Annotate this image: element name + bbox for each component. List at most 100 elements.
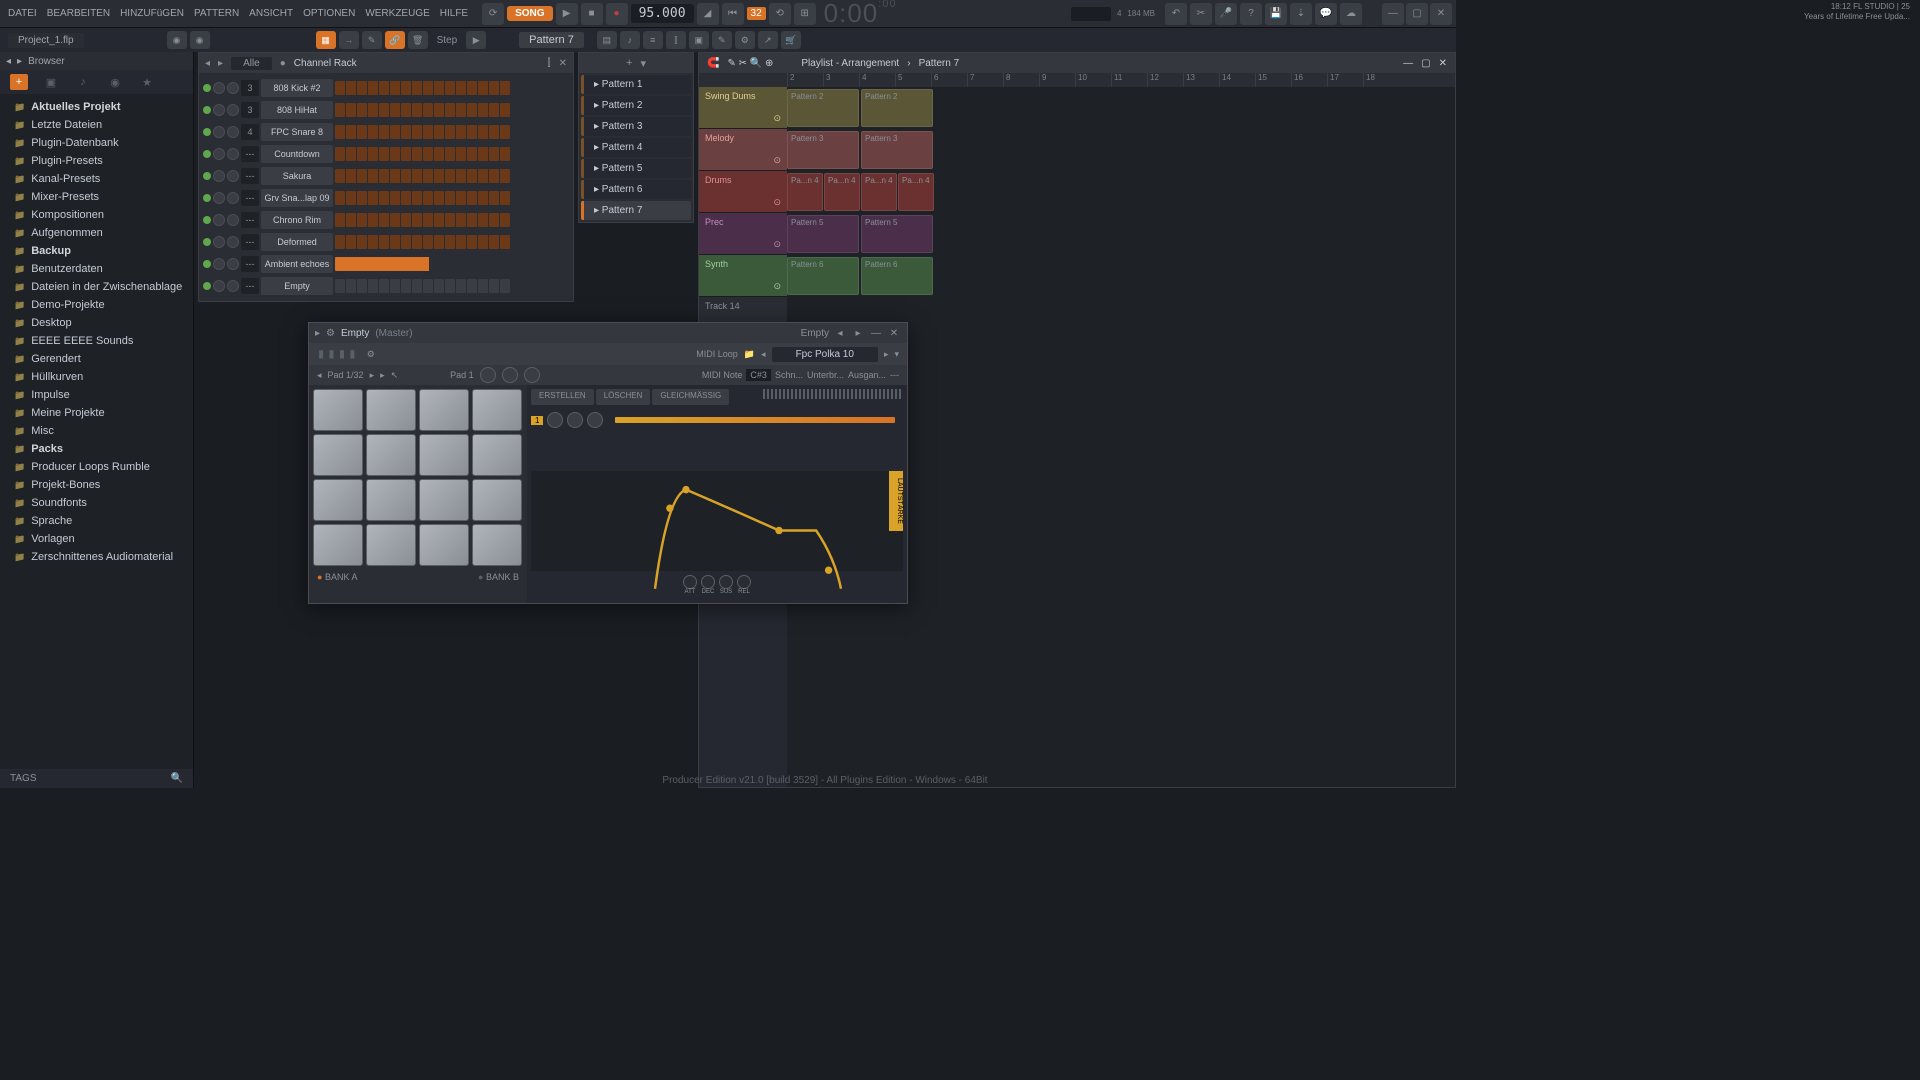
drum-pad[interactable] <box>419 479 469 521</box>
project-name[interactable]: Project_1.flp <box>8 33 84 48</box>
pattern-item[interactable]: ▸ Pattern 2 <box>581 96 691 115</box>
step[interactable] <box>412 125 422 139</box>
step[interactable] <box>434 191 444 205</box>
channel-mixer-num[interactable]: --- <box>241 256 259 272</box>
playlist-clip[interactable]: Pa...n 4 <box>824 173 860 211</box>
browser-item[interactable]: Kompositionen <box>0 206 193 224</box>
channel-pan[interactable] <box>213 236 225 248</box>
channel-led[interactable] <box>203 106 211 114</box>
preset-next-icon[interactable]: ▸ <box>884 349 889 360</box>
step[interactable] <box>423 191 433 205</box>
channel-name[interactable]: Grv Sna...lap 09 <box>261 189 333 207</box>
drum-pad[interactable] <box>313 434 363 476</box>
step[interactable] <box>478 147 488 161</box>
browser-item[interactable]: Backup <box>0 242 193 260</box>
layer-pan-knob[interactable] <box>567 412 583 428</box>
preset-name[interactable]: Fpc Polka 10 <box>772 347 878 362</box>
step[interactable] <box>346 103 356 117</box>
channel-pan[interactable] <box>213 280 225 292</box>
step[interactable] <box>401 169 411 183</box>
step[interactable] <box>357 81 367 95</box>
step[interactable] <box>467 235 477 249</box>
channel-led[interactable] <box>203 150 211 158</box>
step[interactable] <box>456 169 466 183</box>
playlist-track[interactable]: Prec⊙ <box>699 213 787 255</box>
drum-pad[interactable] <box>419 434 469 476</box>
layer-slots[interactable] <box>763 389 903 399</box>
step[interactable] <box>478 103 488 117</box>
play-step-icon[interactable]: ▶ <box>466 31 486 49</box>
browser-item[interactable]: Gerendert <box>0 350 193 368</box>
cr-graph-icon[interactable]: ⫿ <box>547 58 550 69</box>
step[interactable] <box>335 235 345 249</box>
step[interactable] <box>346 147 356 161</box>
view-pl-icon[interactable]: ▤ <box>597 31 617 49</box>
pl-close-icon[interactable]: ✕ <box>1439 58 1447 69</box>
drum-pad[interactable] <box>313 524 363 566</box>
drum-pad[interactable] <box>419 524 469 566</box>
step[interactable] <box>390 191 400 205</box>
step[interactable] <box>346 213 356 227</box>
drum-pad[interactable] <box>472 479 522 521</box>
pattern-item[interactable]: ▸ Pattern 7 <box>581 201 691 220</box>
step[interactable] <box>412 103 422 117</box>
step[interactable] <box>368 191 378 205</box>
step[interactable] <box>368 279 378 293</box>
step[interactable] <box>478 125 488 139</box>
channel-name[interactable]: Ambient echoes <box>261 255 333 273</box>
channel-mixer-num[interactable]: --- <box>241 234 259 250</box>
channel-mixer-num[interactable]: 4 <box>241 124 259 140</box>
step[interactable] <box>390 213 400 227</box>
step[interactable] <box>500 125 510 139</box>
close-icon[interactable]: ✕ <box>887 326 901 340</box>
menu-datei[interactable]: DATEI <box>4 6 41 21</box>
drum-pad[interactable] <box>313 479 363 521</box>
step[interactable] <box>390 147 400 161</box>
channel-mixer-num[interactable]: --- <box>241 278 259 294</box>
step[interactable] <box>368 81 378 95</box>
view-cr-icon[interactable]: ≡ <box>643 31 663 49</box>
channel-pan[interactable] <box>213 192 225 204</box>
channel-mixer-num[interactable]: 3 <box>241 80 259 96</box>
step[interactable] <box>489 213 499 227</box>
plugin-titlebar[interactable]: ▸ ⚙ Empty (Master) Empty ◂ ▸ — ✕ <box>309 323 907 343</box>
channel-vol[interactable] <box>227 236 239 248</box>
next-preset-icon[interactable]: ▸ <box>851 326 865 340</box>
playlist-track[interactable]: Synth⊙ <box>699 255 787 297</box>
pad-name[interactable]: Pad 1 <box>450 370 474 380</box>
loop-record-icon[interactable]: ⟲ <box>769 3 791 25</box>
step[interactable] <box>445 279 455 293</box>
step[interactable] <box>401 191 411 205</box>
search-icon[interactable]: 🔍 <box>171 773 183 784</box>
browser-item[interactable]: Desktop <box>0 314 193 332</box>
menu-hilfe[interactable]: HILFE <box>436 6 472 21</box>
step[interactable] <box>423 279 433 293</box>
channel-pan[interactable] <box>213 82 225 94</box>
layer-vol-knob[interactable] <box>547 412 563 428</box>
browser-tab-4[interactable]: ★ <box>138 74 156 90</box>
channel-pan[interactable] <box>213 258 225 270</box>
pad-index[interactable]: Pad 1/32 <box>328 370 364 380</box>
menu-hinzufügen[interactable]: HINZUFüGEN <box>116 6 188 21</box>
step[interactable] <box>423 103 433 117</box>
playlist-clip[interactable]: Pattern 2 <box>861 89 933 127</box>
trash-icon[interactable]: 🗑 <box>408 31 428 49</box>
step[interactable] <box>379 147 389 161</box>
step[interactable] <box>357 169 367 183</box>
drum-pad[interactable] <box>366 479 416 521</box>
pattern-selector[interactable]: Pattern 7 <box>519 32 584 48</box>
time-counter[interactable]: 0:00:00 <box>824 0 897 29</box>
browser-item[interactable]: Packs <box>0 440 193 458</box>
shop-icon[interactable]: 🛒 <box>781 31 801 49</box>
step[interactable] <box>346 81 356 95</box>
drum-pad[interactable] <box>366 434 416 476</box>
step[interactable] <box>489 235 499 249</box>
step[interactable] <box>346 279 356 293</box>
playlist-clip[interactable]: Pattern 2 <box>787 89 859 127</box>
refresh-icon[interactable]: ⟳ <box>482 3 504 25</box>
step[interactable] <box>423 81 433 95</box>
view-mix-icon[interactable]: ⫿ <box>666 31 686 49</box>
step[interactable] <box>412 213 422 227</box>
tab-loeschen[interactable]: LÖSCHEN <box>596 389 651 405</box>
step[interactable] <box>368 103 378 117</box>
